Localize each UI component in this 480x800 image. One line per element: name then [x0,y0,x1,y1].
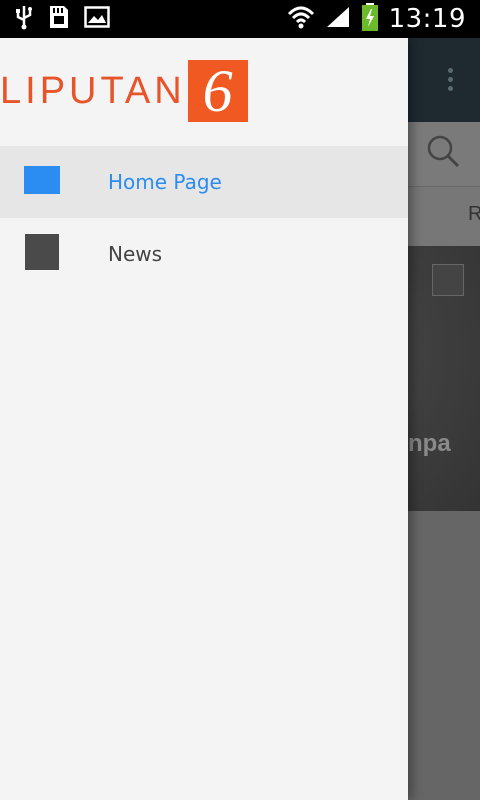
usb-icon [14,4,34,34]
drawer-item-label: News [108,242,163,266]
news-square-icon [24,234,60,274]
home-square-icon [24,166,60,198]
search-icon[interactable] [424,132,464,176]
drawer-item-home-page[interactable]: Home Page [0,146,408,218]
navigation-drawer: LIPUTAN 6 Home Page News [0,38,408,800]
signal-icon [325,5,351,33]
photo-watermark-logo [432,264,464,296]
logo-number-box: 6 [187,58,248,124]
liputan6-logo: LIPUTAN 6 [0,60,248,122]
background-tab-label[interactable]: R [468,203,480,226]
wifi-icon [287,4,315,34]
logo-number: 6 [202,58,233,124]
drawer-item-label: Home Page [108,170,222,194]
logo-text: LIPUTAN [0,69,186,112]
drawer-header: LIPUTAN 6 [0,38,408,146]
sd-card-icon [48,4,70,34]
battery-charging-icon [361,2,379,36]
clock: 13:19 [388,4,466,34]
background-photo-caption: npa [408,430,451,457]
drawer-item-news[interactable]: News [0,218,408,290]
status-bar: 13:19 [0,0,480,38]
image-icon [84,6,110,32]
overflow-menu-icon[interactable] [448,68,454,94]
